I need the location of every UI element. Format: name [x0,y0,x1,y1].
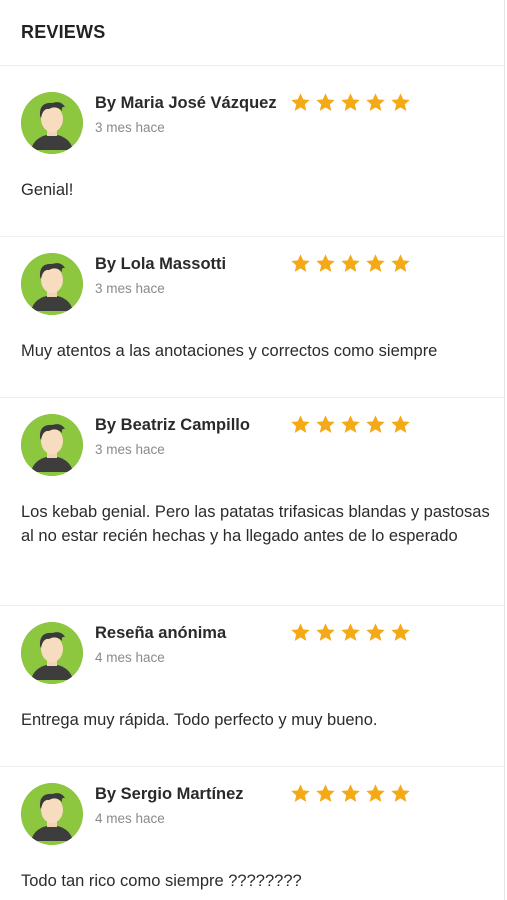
review-text: Los kebab genial. Pero las patatas trifa… [21,503,490,545]
star-icon [341,415,360,433]
star-icon [316,93,335,111]
star-rating [290,253,411,274]
user-avatar-icon [21,92,83,154]
review-date: 3 mes hace [95,120,165,135]
user-avatar-icon [21,783,83,845]
review-author: By Lola Massotti [95,255,227,273]
star-icon [291,93,310,111]
review-text: Genial! [21,181,74,199]
avatar [21,92,83,154]
star-icon [391,784,410,802]
star-icon [291,784,310,802]
avatar [21,253,83,315]
star-icon [316,623,335,641]
review-author: Reseña anónima [95,624,227,642]
star-icon [391,93,410,111]
star-icon [366,254,385,272]
review-text: Todo tan rico como siempre ???????? [21,872,302,890]
star-icon [391,254,410,272]
review-item: By Sergio Martínez 4 mes hace Todo tan r… [0,767,504,900]
star-icon [341,93,360,111]
star-icon [341,254,360,272]
user-avatar-icon [21,414,83,476]
review-date: 4 mes hace [95,650,165,665]
review-item: Reseña anónima 4 mes hace Entrega muy rá… [0,606,504,767]
star-icon [316,415,335,433]
star-rating [290,414,411,435]
review-text: Entrega muy rápida. Todo perfecto y muy … [21,711,378,729]
review-author: By Beatriz Campillo [95,416,250,434]
review-date: 3 mes hace [95,281,165,296]
star-rating [290,622,411,643]
review-author: By Maria José Vázquez [95,94,277,112]
star-icon [316,254,335,272]
star-icon [341,784,360,802]
star-icon [366,93,385,111]
reviews-title: REVIEWS [21,22,106,42]
star-icon [341,623,360,641]
avatar [21,414,83,476]
review-item: By Beatriz Campillo 3 mes hace Los kebab… [0,398,504,606]
avatar [21,783,83,845]
avatar [21,622,83,684]
star-icon [366,415,385,433]
star-icon [316,784,335,802]
star-icon [291,254,310,272]
star-icon [391,623,410,641]
user-avatar-icon [21,622,83,684]
review-author: By Sergio Martínez [95,785,244,803]
star-rating [290,92,411,113]
review-date: 4 mes hace [95,811,165,826]
star-icon [366,784,385,802]
star-icon [291,415,310,433]
star-icon [391,415,410,433]
review-item: By Lola Massotti 3 mes hace Muy atentos … [0,237,504,398]
star-icon [366,623,385,641]
user-avatar-icon [21,253,83,315]
review-date: 3 mes hace [95,442,165,457]
star-icon [291,623,310,641]
review-item: By Maria José Vázquez 3 mes hace Genial! [0,66,504,237]
review-text: Muy atentos a las anotaciones y correcto… [21,342,438,360]
reviews-panel: REVIEWS By Maria José Vázquez 3 mes hace… [0,0,505,900]
reviews-header: REVIEWS [0,0,504,66]
star-rating [290,783,411,804]
